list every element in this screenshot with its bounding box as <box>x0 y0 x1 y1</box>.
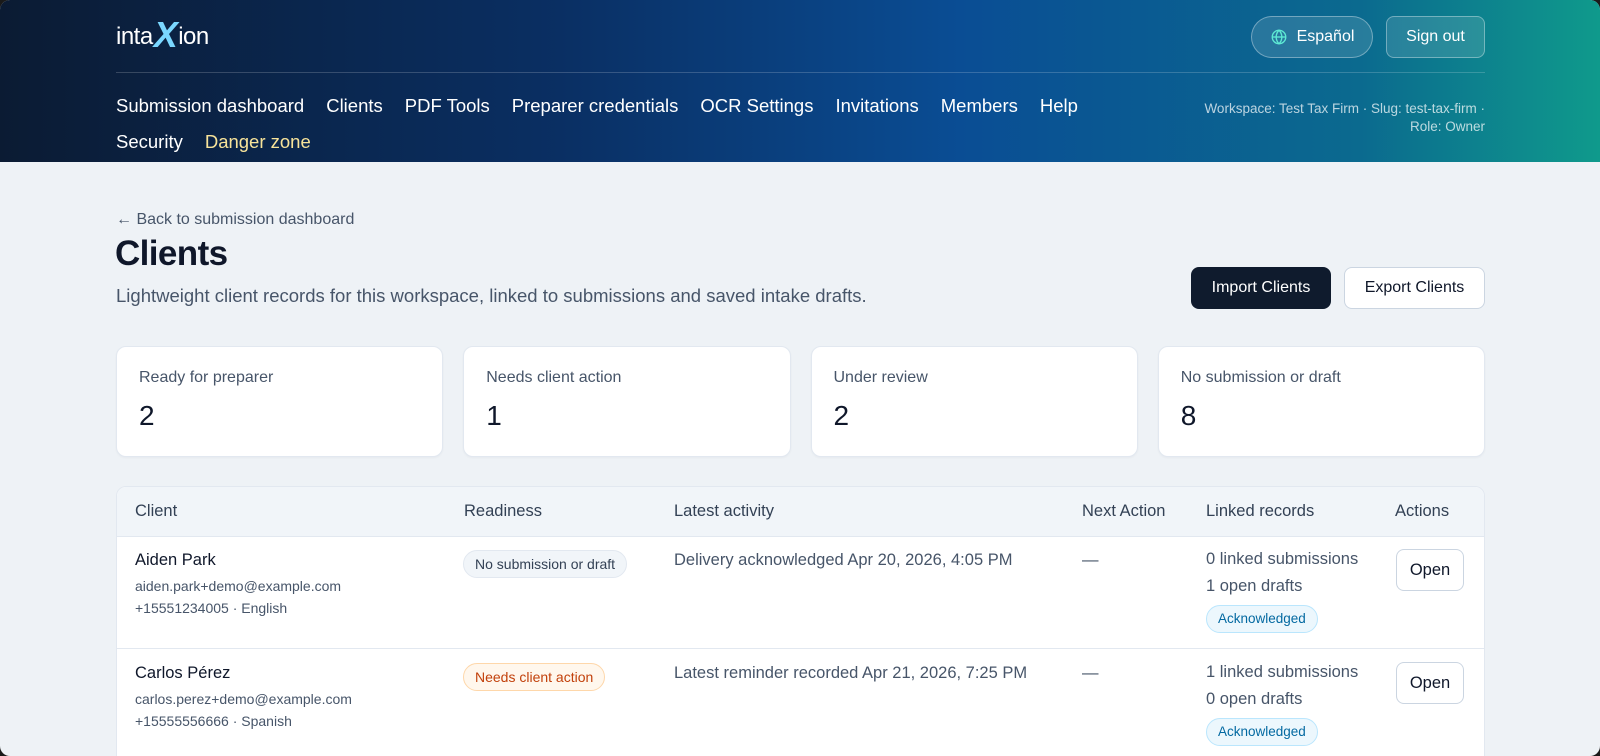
nav-help[interactable]: Help <box>1040 88 1078 124</box>
stat-card-no-submission: No submission or draft 8 <box>1157 346 1485 457</box>
table-row: Aiden Park aiden.park+demo@example.com +… <box>117 537 1484 649</box>
readiness-cell: Needs client action <box>463 663 606 691</box>
column-header-next-action: Next Action <box>1082 502 1166 520</box>
workspace-info-line: Workspace: Test Tax Firm · Slug: test-ta… <box>1204 101 1485 116</box>
table-row: Carlos Pérez carlos.perez+demo@example.c… <box>117 650 1484 756</box>
stat-value: 1 <box>486 400 502 431</box>
stat-card-needs-action: Needs client action 1 <box>463 346 791 457</box>
stat-value: 2 <box>139 400 155 431</box>
column-header-actions: Actions <box>1395 502 1450 520</box>
client-cell: Aiden Park aiden.park+demo@example.com +… <box>135 551 341 619</box>
stat-value: 8 <box>1180 400 1197 431</box>
nav-clients[interactable]: Clients <box>326 88 383 124</box>
column-header-linked-records: Linked records <box>1206 502 1315 520</box>
role-info-line: Role: Owner <box>1409 119 1485 134</box>
logo-x-mark: X <box>153 14 178 55</box>
linked-submissions-count: 1 linked submissions <box>1206 663 1359 681</box>
client-email: carlos.perez+demo@example.com <box>135 691 352 707</box>
stat-label: Needs client action <box>486 369 622 386</box>
import-clients-label: Import Clients <box>1211 279 1311 296</box>
linked-records-cell: 0 linked submissions 1 open drafts Ackno… <box>1206 546 1358 633</box>
open-drafts-count: 1 open drafts <box>1206 577 1303 595</box>
nav-danger-zone[interactable]: Danger zone <box>205 124 311 160</box>
export-clients-button[interactable]: Export Clients <box>1344 267 1485 309</box>
top-header: inta Xion Español Sign out Submission das… <box>0 0 1600 162</box>
table-header: Client Readiness Latest activity Next Ac… <box>117 487 1484 537</box>
client-phone-language: +15551234005 · English <box>135 600 288 616</box>
intaxion-logo[interactable]: inta Xion <box>116 14 209 55</box>
nav-invitations[interactable]: Invitations <box>835 88 918 124</box>
main-nav: Submission dashboard Clients PDF Tools P… <box>116 88 1096 160</box>
open-drafts-count: 0 open drafts <box>1206 690 1303 708</box>
nav-pdf-tools[interactable]: PDF Tools <box>405 88 490 124</box>
status-badge: Acknowledged <box>1206 605 1318 633</box>
next-action: — <box>1082 664 1099 682</box>
export-clients-label: Export Clients <box>1364 279 1465 296</box>
stat-label: Ready for preparer <box>139 369 274 386</box>
next-action: — <box>1082 551 1099 569</box>
client-cell: Carlos Pérez carlos.perez+demo@example.c… <box>135 664 352 732</box>
linked-submissions-count: 0 linked submissions <box>1206 550 1359 568</box>
clients-table: Client Readiness Latest activity Next Ac… <box>116 486 1485 756</box>
stat-value: 2 <box>833 400 850 431</box>
nav-preparer-credentials[interactable]: Preparer credentials <box>512 88 679 124</box>
sign-out-label: Sign out <box>1406 28 1465 45</box>
globe-icon <box>1271 29 1287 45</box>
column-header-readiness: Readiness <box>464 502 542 520</box>
latest-activity: Latest reminder recorded Apr 21, 2026, 7… <box>674 664 1028 682</box>
logo-text-start: inta <box>116 23 153 50</box>
actions-cell: Open <box>1396 662 1464 704</box>
stat-card-ready: Ready for preparer 2 <box>116 346 444 457</box>
sign-out-button[interactable]: Sign out <box>1386 16 1485 58</box>
linked-records-cell: 1 linked submissions 0 open drafts Ackno… <box>1206 659 1358 746</box>
client-email: aiden.park+demo@example.com <box>135 578 342 594</box>
language-toggle-button[interactable]: Español <box>1251 16 1373 58</box>
status-badge: Acknowledged <box>1206 718 1318 746</box>
actions-cell: Open <box>1396 549 1464 591</box>
language-label: Español <box>1296 28 1355 45</box>
readiness-cell: No submission or draft <box>463 550 628 578</box>
logo-text-end: ion <box>178 23 209 50</box>
import-clients-button[interactable]: Import Clients <box>1191 267 1331 309</box>
client-phone-language: +15555556666 · Spanish <box>135 713 292 729</box>
client-name[interactable]: Aiden Park <box>135 551 341 570</box>
nav-ocr-settings[interactable]: OCR Settings <box>700 88 813 124</box>
workspace-info: Workspace: Test Tax Firm · Slug: test-ta… <box>1155 100 1485 136</box>
page-subtitle: Lightweight client records for this work… <box>116 285 867 306</box>
page-title: Clients <box>115 234 228 273</box>
nav-security[interactable]: Security <box>116 124 183 160</box>
open-client-button[interactable]: Open <box>1396 662 1464 704</box>
readiness-badge: No submission or draft <box>463 550 628 578</box>
column-header-client: Client <box>135 502 178 520</box>
stat-card-under-review: Under review 2 <box>810 346 1138 457</box>
open-client-button[interactable]: Open <box>1396 549 1464 591</box>
nav-submission-dashboard[interactable]: Submission dashboard <box>116 88 304 124</box>
column-header-latest-activity: Latest activity <box>674 502 774 520</box>
app-window: inta Xion Español Sign out Submission das… <box>0 0 1600 756</box>
stat-label: No submission or draft <box>1180 369 1341 386</box>
readiness-badge: Needs client action <box>463 663 606 691</box>
header-divider <box>116 72 1485 73</box>
nav-members[interactable]: Members <box>941 88 1018 124</box>
stats-row: Ready for preparer 2 Needs client action… <box>116 346 1485 457</box>
client-name[interactable]: Carlos Pérez <box>135 664 352 683</box>
stat-label: Under review <box>833 369 928 386</box>
latest-activity: Delivery acknowledged Apr 20, 2026, 4:05… <box>674 551 1013 569</box>
back-to-dashboard-link[interactable]: ← Back to submission dashboard <box>116 211 354 229</box>
